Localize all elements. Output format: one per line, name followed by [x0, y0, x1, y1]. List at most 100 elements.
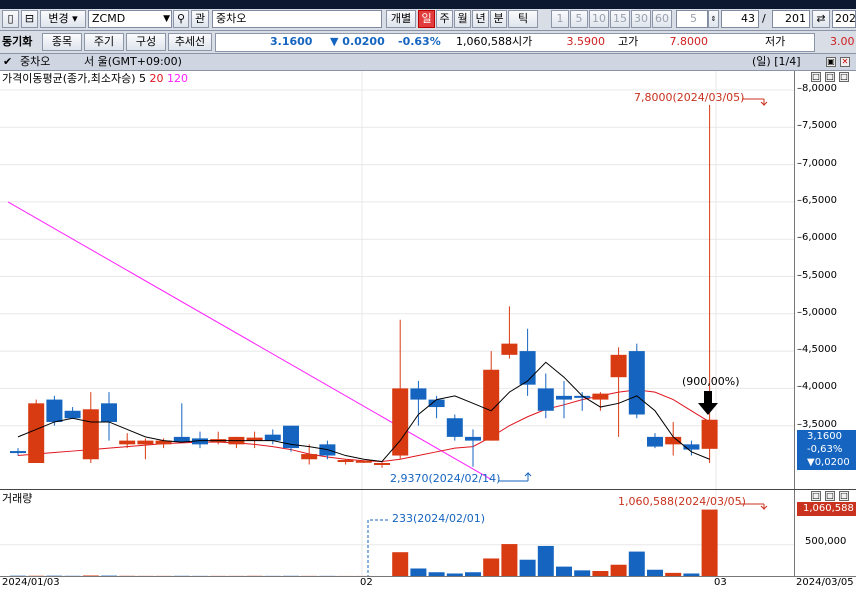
- candle-down: [537, 388, 554, 411]
- volume-label: 거래량: [2, 492, 33, 505]
- candle-up: [374, 463, 390, 465]
- price-chart-svg: [0, 71, 794, 489]
- marker-change: ▼0,0200: [807, 457, 850, 468]
- count-value: 5: [690, 12, 697, 25]
- refresh-icon[interactable]: ⇄: [812, 10, 830, 28]
- panel-toggle-icon[interactable]: ▯: [2, 10, 19, 28]
- axis-control-icon[interactable]: □: [811, 491, 821, 501]
- price-tick-label: –4,0000: [797, 381, 837, 393]
- date-field[interactable]: 2024: [832, 10, 856, 28]
- low-label: 저가: [765, 35, 786, 48]
- total-field[interactable]: 201: [772, 10, 810, 28]
- x-label-feb: 02: [360, 577, 373, 588]
- period-button-label: 주기: [93, 35, 115, 48]
- code-value: ZCMD: [92, 12, 126, 25]
- marker-pct: -0,63%: [807, 444, 843, 455]
- volume-chart[interactable]: 거래량 1,060,588(2024/03/05) 233(2024/02/01…: [0, 490, 794, 578]
- restore-icon[interactable]: ▣: [826, 57, 836, 67]
- period-button[interactable]: 주기: [84, 33, 124, 51]
- interval-60[interactable]: 60: [652, 10, 672, 28]
- code-input[interactable]: ZCMD ▼: [88, 10, 172, 28]
- current-price-marker: 3,1600 -0,63% ▼0,0200: [797, 430, 856, 470]
- low-value: 3.00: [830, 35, 855, 48]
- compose-button[interactable]: 구성: [126, 33, 166, 51]
- candle-up: [501, 343, 518, 355]
- search-icon[interactable]: ⚲: [173, 10, 189, 28]
- interval-15-label: 15: [613, 12, 627, 25]
- volume-tick: 500,000: [805, 536, 847, 547]
- candle-down: [101, 403, 117, 422]
- candle-down: [10, 451, 26, 454]
- volume-bar: [392, 552, 409, 576]
- ma120-legend: 120: [167, 72, 189, 85]
- trendline-button[interactable]: 추세선: [168, 33, 212, 51]
- axis-control-icon[interactable]: □: [839, 72, 849, 82]
- period-indicator: (일) [1/4]: [752, 55, 801, 68]
- interval-10-label: 10: [592, 12, 606, 25]
- price-tick-label: –7,5000: [797, 120, 837, 132]
- x-label-mar: 03: [714, 577, 727, 588]
- page-value: 43: [741, 12, 755, 25]
- candle-up: [28, 403, 45, 463]
- check-icon[interactable]: ✔: [3, 53, 12, 71]
- tab-tick[interactable]: 틱: [508, 10, 538, 28]
- interval-60-label: 60: [655, 12, 669, 25]
- price-tick-label: –5,5000: [797, 269, 837, 281]
- tab-yearly[interactable]: 년: [472, 10, 489, 28]
- open-value: 3.5900: [566, 35, 606, 48]
- interval-10[interactable]: 10: [589, 10, 609, 28]
- volume-bar: [556, 566, 572, 576]
- candle-down: [446, 418, 463, 437]
- market-label: 서 울(GMT+09:00): [84, 55, 182, 68]
- high-label: 고가: [618, 35, 639, 48]
- ma5-legend: 5: [139, 72, 147, 85]
- window-title-bar: [0, 0, 856, 9]
- interval-30-label: 30: [634, 12, 648, 25]
- price-tick-label: –8,0000: [797, 83, 837, 94]
- interval-15[interactable]: 15: [610, 10, 630, 28]
- total-value: 201: [785, 12, 806, 25]
- tab-individual[interactable]: 개별: [386, 10, 416, 28]
- tab-daily[interactable]: 일: [418, 10, 435, 28]
- stock-button-label: 종목: [51, 35, 73, 48]
- gwan-label: 관: [194, 12, 206, 25]
- candle-down: [628, 351, 645, 415]
- candle-up: [392, 388, 409, 456]
- candle-down: [64, 410, 81, 419]
- interval-5[interactable]: 5: [570, 10, 588, 28]
- change-button[interactable]: 변경 ▾: [40, 10, 86, 28]
- page-field[interactable]: 43: [721, 10, 759, 28]
- interval-5-label: 5: [575, 12, 583, 25]
- chevron-down-icon[interactable]: ▼: [163, 11, 170, 27]
- date-value: 2024: [835, 12, 856, 25]
- indicator-label: 가격이동평균(종가,최소자승): [2, 72, 136, 85]
- volume-bar: [410, 568, 427, 576]
- tab-monthly-label: 월: [457, 12, 468, 25]
- high-value: 7.8000: [669, 35, 709, 48]
- close-icon[interactable]: ✕: [840, 57, 850, 67]
- vol-high-annotation: 1,060,588(2024/03/05): [618, 495, 746, 508]
- tab-minute-label: 분: [493, 12, 504, 25]
- count-stepper[interactable]: 5: [676, 10, 708, 28]
- interval-30[interactable]: 30: [631, 10, 651, 28]
- tab-monthly[interactable]: 월: [454, 10, 471, 28]
- stock-button[interactable]: 종목: [42, 33, 82, 51]
- volume-bar: [610, 564, 627, 576]
- axis-control-icon[interactable]: □: [825, 72, 835, 82]
- tab-tick-label: 틱: [517, 12, 529, 25]
- tab-weekly[interactable]: 주: [436, 10, 453, 28]
- stepper-arrows-icon[interactable]: ⇕: [708, 10, 719, 28]
- stock-name-field[interactable]: 중차오: [212, 10, 382, 28]
- axis-control-icon[interactable]: □: [811, 72, 821, 82]
- axis-control-icon[interactable]: □: [825, 491, 835, 501]
- candle-down: [465, 436, 481, 441]
- candle-down: [264, 434, 281, 441]
- gwan-button[interactable]: 관: [191, 10, 209, 28]
- tab-weekly-label: 주: [439, 12, 450, 25]
- tab-individual-label: 개별: [390, 12, 412, 25]
- axis-control-icon[interactable]: □: [839, 491, 849, 501]
- save-icon[interactable]: ⊟: [21, 10, 38, 28]
- price-chart[interactable]: 가격이동평균(종가,최소자승) 5 20 120 7,8000(2024/03/…: [0, 71, 794, 489]
- tab-minute[interactable]: 분: [490, 10, 507, 28]
- interval-1[interactable]: 1: [551, 10, 569, 28]
